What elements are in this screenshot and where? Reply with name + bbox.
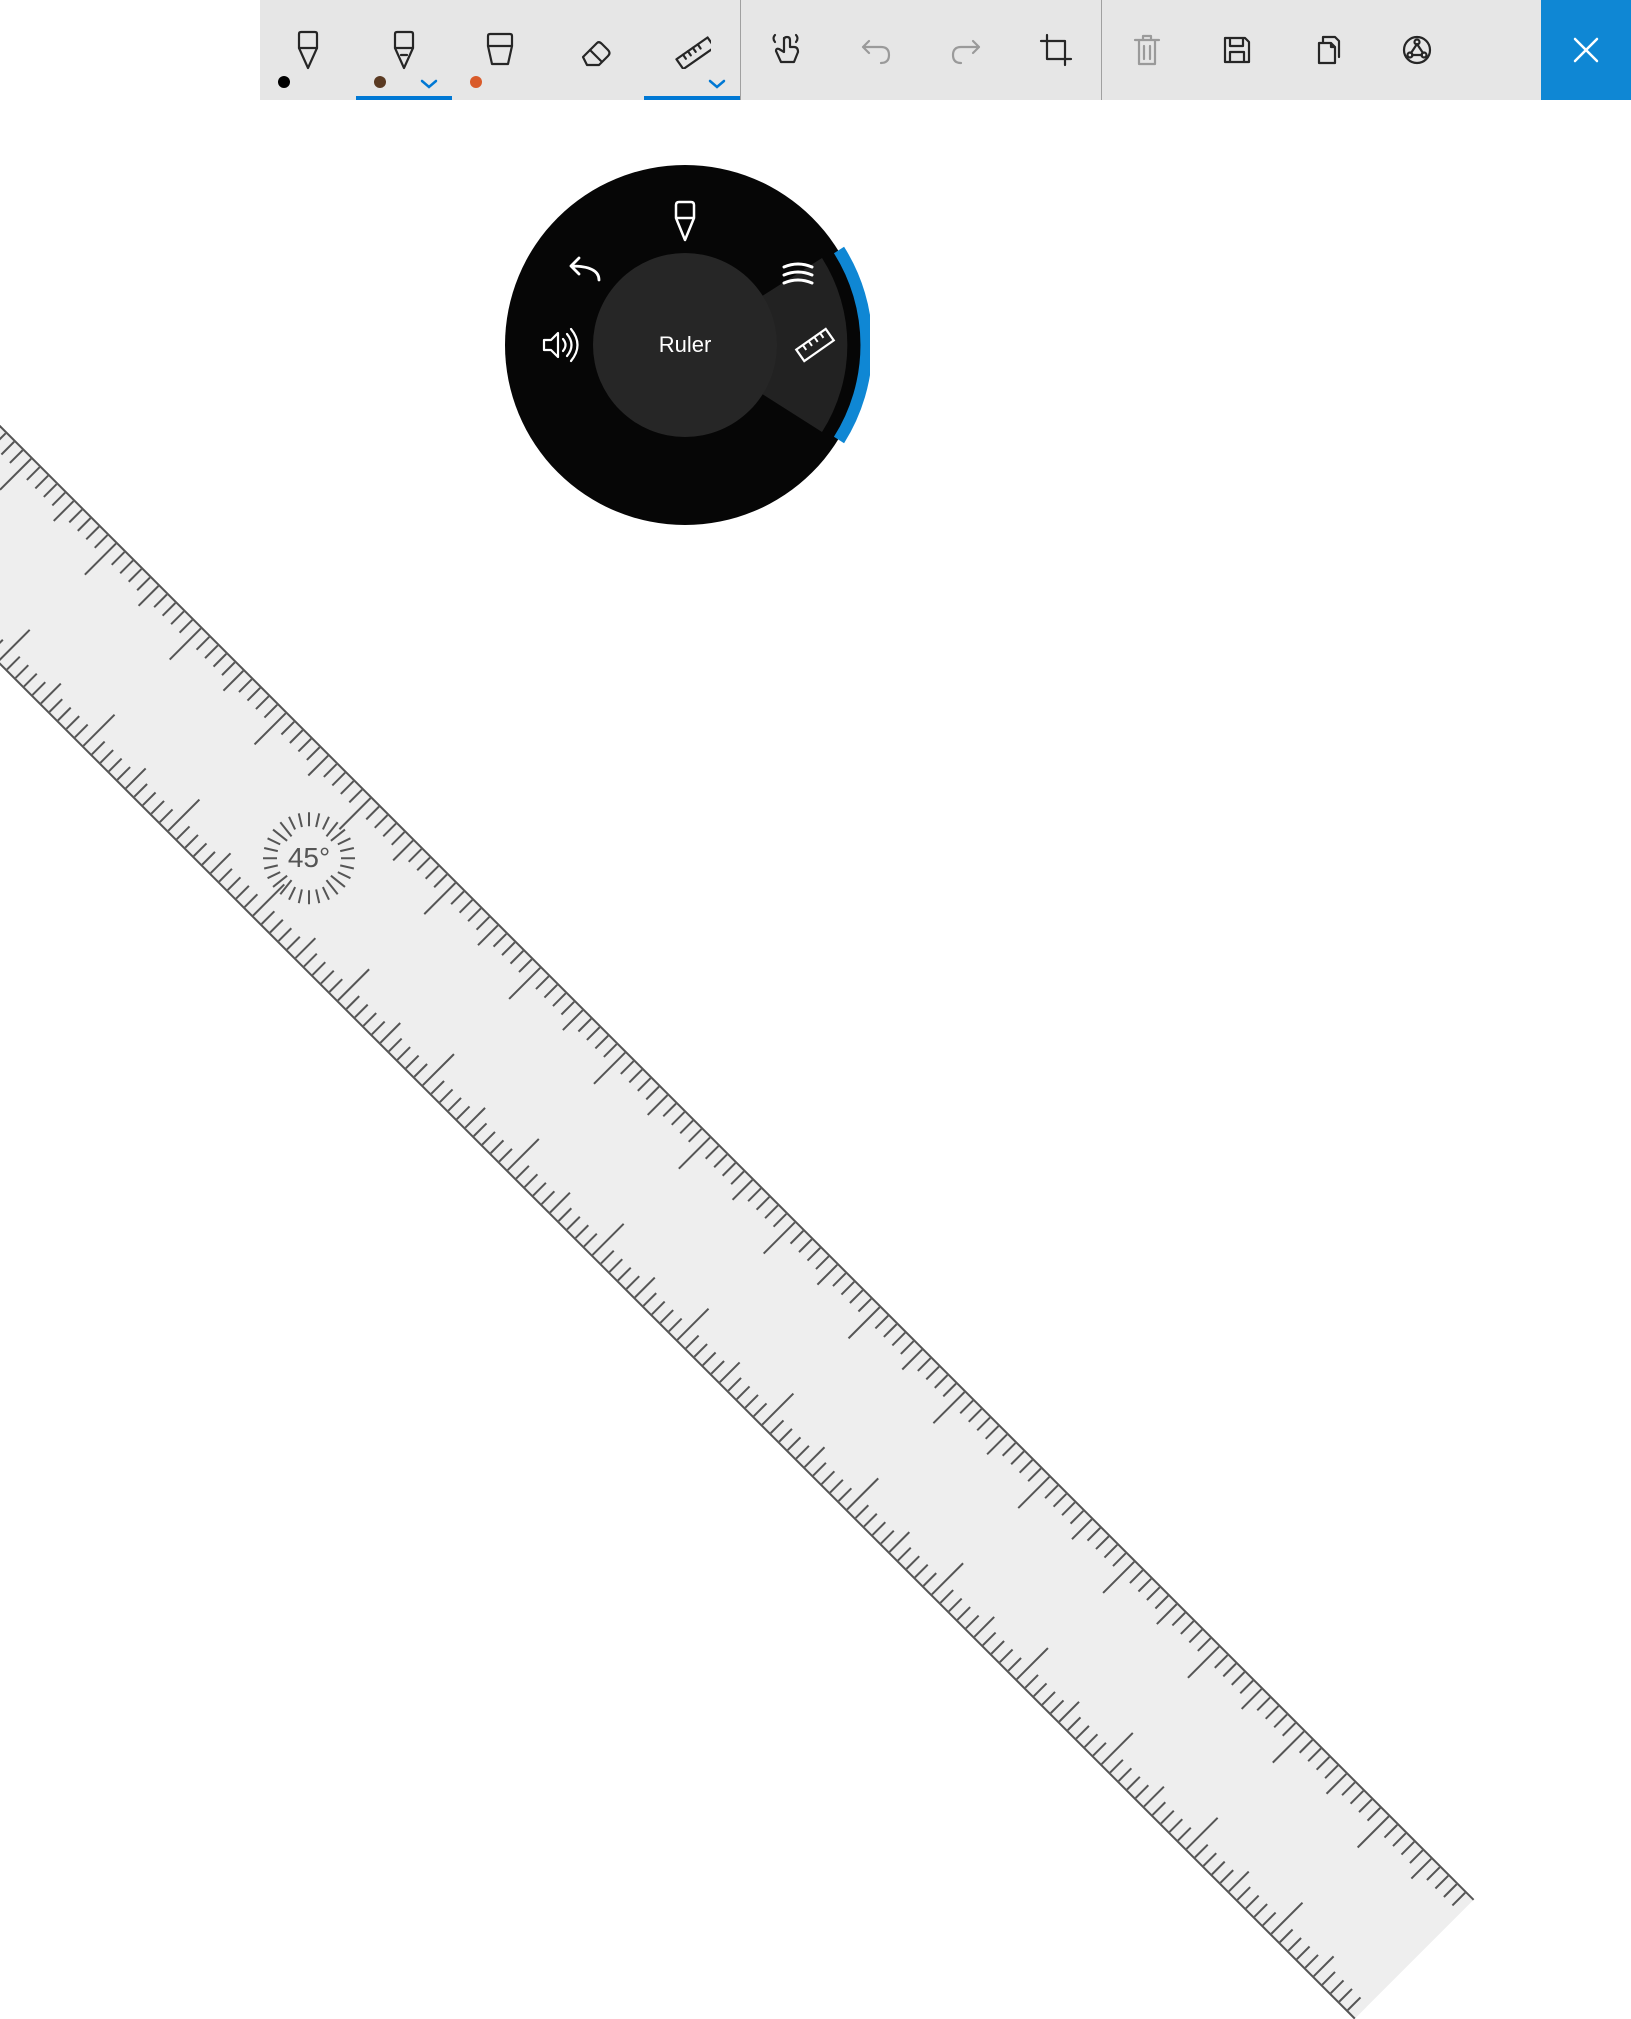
active-indicator (644, 96, 740, 100)
undo-icon (859, 35, 893, 65)
radial-menu[interactable]: Ruler (500, 160, 870, 530)
share-button[interactable] (1372, 0, 1462, 100)
chevron-down-icon[interactable] (708, 78, 726, 90)
save-button[interactable] (1192, 0, 1282, 100)
close-button[interactable] (1541, 0, 1631, 100)
pen-color-dot (470, 76, 482, 88)
undo-button[interactable] (831, 0, 921, 100)
pencil-icon (387, 30, 421, 70)
highlighter-button[interactable] (452, 0, 548, 100)
copy-button[interactable] (1282, 0, 1372, 100)
redo-button[interactable] (921, 0, 1011, 100)
save-icon (1221, 34, 1253, 66)
eraser-icon (577, 33, 615, 67)
share-icon (1400, 33, 1434, 67)
edit-group (741, 0, 1102, 100)
eraser-button[interactable] (548, 0, 644, 100)
radial-center-label: Ruler (659, 332, 712, 358)
ruler-angle-text: 45° (288, 842, 330, 874)
highlighter-icon (480, 30, 520, 70)
file-group (1102, 0, 1631, 100)
pen-icon (291, 30, 325, 70)
chevron-down-icon[interactable] (420, 78, 438, 90)
active-indicator (356, 96, 452, 100)
delete-button[interactable] (1102, 0, 1192, 100)
touch-icon (768, 32, 804, 68)
pen-group (260, 0, 741, 100)
crop-icon (1039, 33, 1073, 67)
copy-icon (1311, 33, 1343, 67)
ballpoint-pen-button[interactable] (260, 0, 356, 100)
ruler-button[interactable] (644, 0, 740, 100)
redo-icon (949, 35, 983, 65)
crop-button[interactable] (1011, 0, 1101, 100)
pen-color-dot (374, 76, 386, 88)
pencil-button[interactable] (356, 0, 452, 100)
ruler-icon (673, 31, 711, 69)
ruler-angle-badge: 45° (263, 812, 355, 904)
toolbar (260, 0, 1631, 100)
trash-icon (1131, 32, 1163, 68)
close-icon (1571, 35, 1601, 65)
pen-color-dot (278, 76, 290, 88)
touch-writing-button[interactable] (741, 0, 831, 100)
